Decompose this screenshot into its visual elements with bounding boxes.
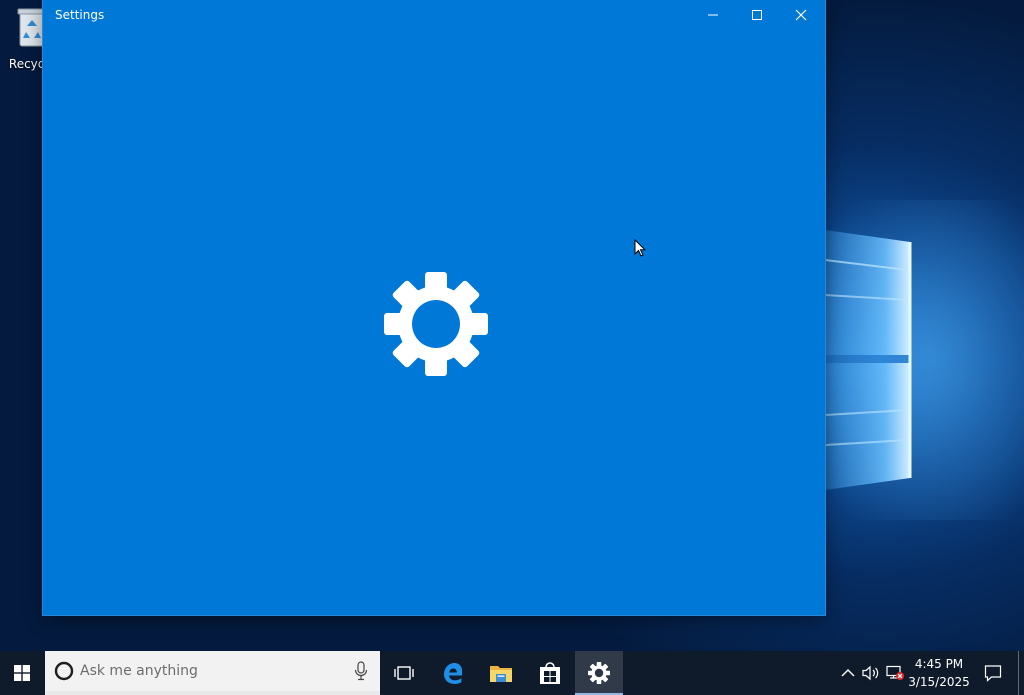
taskbar-app-store[interactable] bbox=[526, 651, 574, 695]
taskbar-app-edge[interactable] bbox=[429, 651, 477, 695]
action-center-button[interactable] bbox=[980, 651, 1006, 695]
clock-date: 3/15/2025 bbox=[908, 675, 970, 689]
maximize-icon bbox=[752, 10, 762, 20]
task-view-icon bbox=[394, 666, 414, 680]
wallpaper-windows-logo bbox=[800, 200, 1024, 520]
windows-logo-icon bbox=[14, 665, 30, 681]
window-title: Settings bbox=[55, 8, 105, 22]
desktop: Recycle Settings Ask me anything 4:45 PM… bbox=[0, 0, 1024, 695]
microphone-icon[interactable] bbox=[354, 661, 368, 681]
minimize-icon bbox=[708, 14, 718, 16]
taskbar-app-settings[interactable] bbox=[575, 651, 623, 695]
network-button[interactable] bbox=[884, 651, 906, 695]
notification-icon bbox=[984, 665, 1002, 682]
clock-time: 4:45 PM bbox=[914, 657, 964, 671]
speaker-icon bbox=[862, 665, 879, 681]
minimize-button[interactable] bbox=[691, 0, 735, 30]
maximize-button[interactable] bbox=[735, 0, 779, 30]
gear-icon bbox=[588, 662, 610, 684]
network-disconnected-icon bbox=[886, 665, 904, 680]
window-titlebar[interactable]: Settings bbox=[43, 0, 825, 30]
close-icon bbox=[795, 9, 807, 21]
store-icon bbox=[540, 662, 560, 684]
settings-window[interactable]: Settings bbox=[43, 0, 825, 615]
mouse-cursor-icon bbox=[634, 239, 646, 257]
search-input[interactable] bbox=[80, 656, 354, 686]
chevron-up-icon bbox=[841, 669, 855, 677]
search-box[interactable] bbox=[45, 651, 380, 695]
taskbar-clock[interactable]: 4:45 PM 3/15/2025 bbox=[906, 655, 972, 691]
show-desktop-button[interactable] bbox=[1018, 651, 1024, 695]
close-button[interactable] bbox=[779, 0, 823, 30]
edge-icon bbox=[444, 663, 463, 684]
volume-button[interactable] bbox=[860, 651, 882, 695]
cortana-icon bbox=[54, 661, 74, 681]
start-button[interactable] bbox=[0, 651, 44, 695]
show-hidden-icons-button[interactable] bbox=[838, 651, 858, 695]
taskbar: 4:45 PM 3/15/2025 bbox=[0, 651, 1024, 695]
task-view-button[interactable] bbox=[380, 651, 428, 695]
gear-icon bbox=[384, 272, 488, 376]
folder-icon bbox=[490, 666, 512, 682]
taskbar-app-file-explorer[interactable] bbox=[477, 651, 525, 695]
